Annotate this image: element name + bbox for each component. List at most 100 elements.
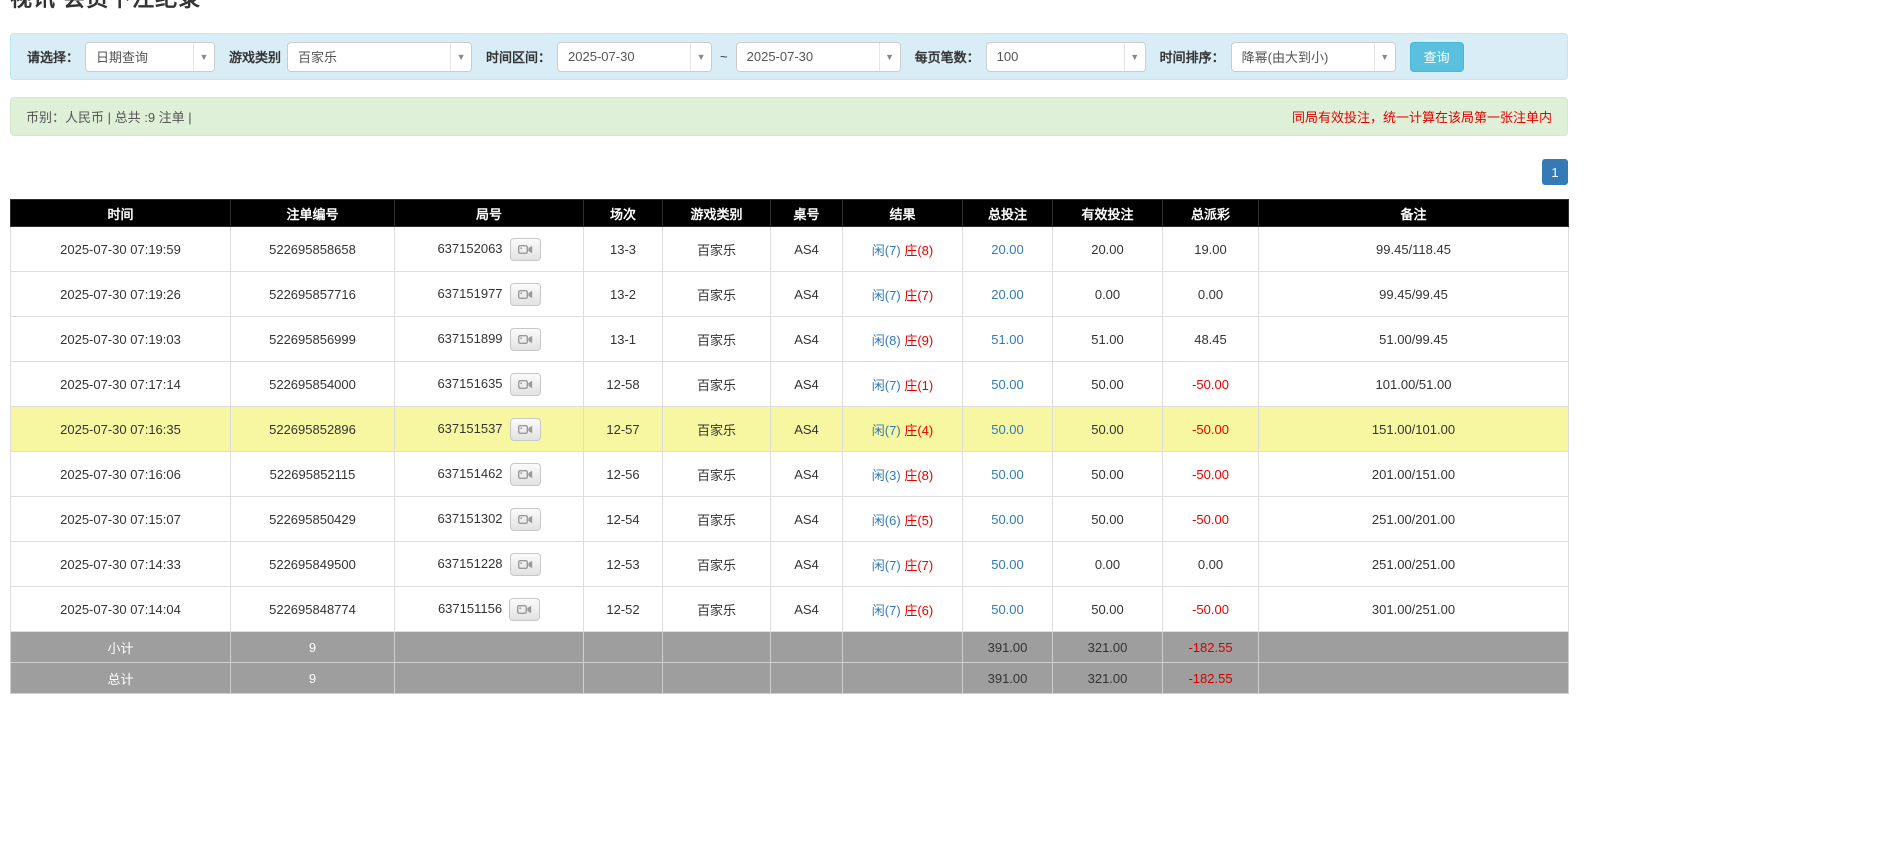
- chevron-down-icon[interactable]: ▼: [193, 42, 215, 71]
- empty-cell: [842, 631, 963, 663]
- total-bet-link[interactable]: 51.00: [991, 332, 1024, 347]
- cell-game-type: 百家乐: [662, 586, 771, 632]
- cell-payout: -50.00: [1162, 496, 1259, 542]
- cell-round-id: 637151302: [394, 496, 584, 542]
- cell-payout: -50.00: [1162, 406, 1259, 452]
- total-bet-link[interactable]: 20.00: [991, 287, 1024, 302]
- chevron-down-icon[interactable]: ▼: [1373, 42, 1395, 71]
- game-type-value: 百家乐: [298, 50, 338, 65]
- cell-round-id: 637151977: [394, 271, 584, 317]
- header-total-bet: 总投注: [962, 199, 1053, 227]
- game-type: 百家乐: [696, 422, 736, 438]
- query-type-select[interactable]: 日期查询 ▼: [85, 41, 216, 72]
- cell-valid-bet: 50.00: [1052, 451, 1163, 497]
- session: 13-2: [609, 286, 637, 302]
- total-bet-link[interactable]: 50.00: [991, 422, 1024, 437]
- header-time: 时间: [10, 199, 231, 227]
- video-replay-button[interactable]: [509, 372, 541, 396]
- video-replay-button[interactable]: [509, 552, 541, 576]
- cell-total-bet: 50.00: [962, 361, 1053, 407]
- table-no: AS4: [794, 421, 819, 437]
- cell-payout: -50.00: [1162, 361, 1259, 407]
- cell-note: 151.00/101.00: [1258, 406, 1569, 452]
- empty-cell: [583, 662, 663, 694]
- page-size-value: 100: [996, 49, 1019, 64]
- total-bet-link[interactable]: 50.00: [991, 377, 1024, 392]
- bet-id: 522695854000: [269, 376, 356, 392]
- cell-payout: -50.00: [1162, 586, 1259, 632]
- page-size-select[interactable]: 100 ▼: [985, 41, 1146, 72]
- time-sort-select[interactable]: 降幂(由大到小) ▼: [1230, 41, 1396, 72]
- total-bet-link[interactable]: 50.00: [991, 557, 1024, 572]
- note: 99.45/118.45: [1376, 241, 1451, 257]
- header-valid-bet: 有效投注: [1052, 199, 1163, 227]
- cell-payout: 19.00: [1162, 226, 1259, 272]
- empty-cell: [662, 662, 771, 694]
- date-from-select[interactable]: 2025-07-30 ▼: [557, 41, 713, 72]
- table-no: AS4: [794, 466, 819, 482]
- cell-result: 闲(8) 庄(9): [842, 316, 963, 362]
- cell-valid-bet: 50.00: [1052, 361, 1163, 407]
- total-bet-link[interactable]: 20.00: [991, 242, 1024, 257]
- search-button[interactable]: 查询: [1409, 41, 1464, 72]
- note: 151.00/101.00: [1371, 421, 1456, 437]
- date-from-value: 2025-07-30: [568, 49, 635, 64]
- video-replay-button[interactable]: [509, 507, 541, 531]
- result-banker: 庄(7): [904, 557, 934, 573]
- game-type: 百家乐: [696, 287, 736, 303]
- cell-time: 2025-07-30 07:16:35: [10, 406, 231, 452]
- video-replay-button[interactable]: [509, 417, 541, 441]
- cell-result: 闲(7) 庄(4): [842, 406, 963, 452]
- result-player: 闲(7): [871, 242, 901, 258]
- bet-id: 522695848774: [269, 601, 356, 617]
- note: 301.00/251.00: [1371, 601, 1456, 617]
- total-bet-link[interactable]: 50.00: [991, 602, 1024, 617]
- result-banker: 庄(8): [904, 467, 934, 483]
- cell-session: 12-56: [583, 451, 663, 497]
- result-player: 闲(7): [871, 422, 901, 438]
- video-camera-icon: [517, 604, 532, 614]
- filter-bar: 请选择： 日期查询 ▼ 游戏类别 百家乐 ▼ 时间区间： 2025-07-30 …: [10, 33, 1568, 80]
- video-replay-button[interactable]: [509, 282, 541, 306]
- video-replay-button[interactable]: [509, 462, 541, 486]
- table-no: AS4: [794, 286, 819, 302]
- total-bet-link[interactable]: 50.00: [991, 467, 1024, 482]
- chevron-down-icon[interactable]: ▼: [878, 42, 900, 71]
- round-id: 637152063: [437, 240, 503, 256]
- date-to-select[interactable]: 2025-07-30 ▼: [735, 41, 901, 72]
- empty-cell: [583, 631, 663, 663]
- header-payout: 总派彩: [1162, 199, 1259, 227]
- page-1-button[interactable]: 1: [1542, 159, 1568, 185]
- cell-time: 2025-07-30 07:19:03: [10, 316, 231, 362]
- chevron-down-icon[interactable]: ▼: [1123, 42, 1145, 71]
- total-bet-link[interactable]: 50.00: [991, 512, 1024, 527]
- note: 201.00/151.00: [1371, 466, 1456, 482]
- payout: 0.00: [1197, 286, 1224, 302]
- table-header-row: 时间 注单编号 局号 场次 游戏类别 桌号 结果 总投注 有效投注 总派彩 备注: [10, 199, 1569, 227]
- video-replay-button[interactable]: [509, 597, 541, 621]
- cell-table-no: AS4: [770, 586, 843, 632]
- total-payout: -182.55: [1162, 662, 1259, 694]
- cell-time: 2025-07-30 07:14:04: [10, 586, 231, 632]
- note: 251.00/251.00: [1371, 556, 1456, 572]
- empty-cell: [394, 631, 584, 663]
- game-type-select[interactable]: 百家乐 ▼: [287, 41, 473, 72]
- cell-time: 2025-07-30 07:19:26: [10, 271, 231, 317]
- round-id: 637151228: [437, 555, 503, 571]
- currency-summary-text: 币别：人民币 | 总共 :9 注单 |: [26, 110, 192, 125]
- subtotal-payout: -182.55: [1162, 631, 1259, 663]
- cell-table-no: AS4: [770, 496, 843, 542]
- chevron-down-icon[interactable]: ▼: [450, 42, 472, 71]
- table-no: AS4: [794, 376, 819, 392]
- total-row: 总计 9 391.00 321.00 -182.55: [10, 662, 1569, 694]
- cell-table-no: AS4: [770, 226, 843, 272]
- cell-time: 2025-07-30 07:17:14: [10, 361, 231, 407]
- cell-game-type: 百家乐: [662, 541, 771, 587]
- cell-round-id: 637151635: [394, 361, 584, 407]
- video-replay-button[interactable]: [509, 237, 541, 261]
- cell-result: 闲(7) 庄(7): [842, 541, 963, 587]
- chevron-down-icon[interactable]: ▼: [690, 42, 712, 71]
- cell-round-id: 637151156: [394, 586, 584, 632]
- video-replay-button[interactable]: [509, 327, 541, 351]
- video-camera-icon: [517, 424, 532, 434]
